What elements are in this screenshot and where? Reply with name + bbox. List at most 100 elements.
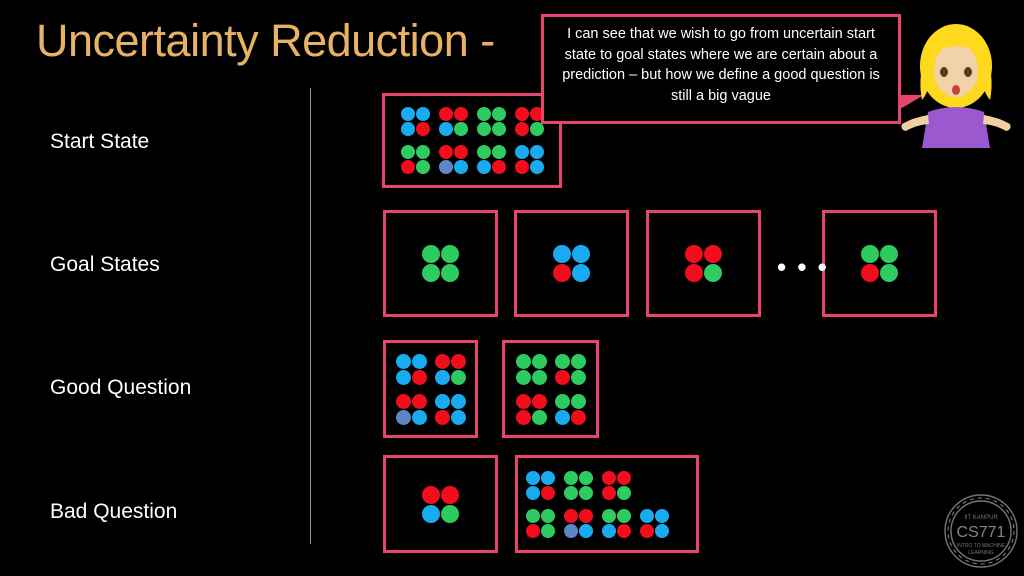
dot-quad	[476, 145, 506, 174]
dot-r	[400, 160, 415, 174]
dot-g	[526, 508, 540, 523]
dot-grid	[553, 245, 590, 282]
dot-r	[685, 245, 703, 263]
dot-quad	[476, 107, 506, 136]
good-question-box-1	[383, 340, 478, 438]
slide-canvas: Uncertainty Reduction - Start State Goal…	[0, 0, 1024, 576]
dot-g	[541, 508, 555, 523]
dot-b	[450, 409, 466, 425]
dot-r	[531, 393, 547, 409]
dot-r	[685, 264, 703, 282]
dot-grid	[422, 485, 459, 523]
dot-grid	[515, 353, 586, 425]
dot-r	[553, 264, 571, 282]
dot-r	[617, 523, 631, 538]
bad-question-box-1	[383, 455, 498, 553]
dot-quad	[514, 145, 544, 174]
dot-b	[526, 485, 540, 500]
dot-quad	[422, 485, 459, 523]
bad-question-box-2	[515, 455, 699, 553]
dot-g	[531, 353, 547, 369]
dot-grid-row	[400, 145, 544, 174]
dot-quad	[526, 508, 555, 538]
dot-quad	[553, 245, 590, 282]
dot-quad	[438, 145, 468, 174]
dot-b	[655, 508, 669, 523]
vertical-divider	[310, 88, 311, 544]
dot-g	[861, 245, 879, 263]
dot-g	[579, 485, 593, 500]
dot-r	[579, 508, 593, 523]
course-logo: IIT KANPUR CS771 INTRO TO MACHINE LEARNI…	[942, 492, 1020, 570]
dot-g	[453, 122, 468, 136]
speech-bubble: I can see that we wish to go from uncert…	[541, 14, 901, 124]
dot-quad	[564, 508, 593, 538]
good-question-box-2	[502, 340, 599, 438]
dot-b	[541, 470, 555, 485]
dot-grid-row	[422, 485, 459, 523]
dot-b	[514, 145, 529, 159]
logo-line-2: CS771	[957, 524, 1006, 541]
dot-b	[400, 122, 415, 136]
row-label-bad-question: Bad Question	[50, 500, 178, 523]
dot-grid	[422, 245, 459, 282]
dot-grid-row	[395, 353, 466, 385]
dot-g	[491, 107, 506, 121]
dot-g	[602, 508, 616, 523]
dot-g	[515, 353, 531, 369]
goal-state-box-3	[646, 210, 761, 317]
dot-grid	[400, 107, 544, 174]
dot-r	[861, 264, 879, 282]
dot-r	[554, 369, 570, 385]
dot-g	[617, 508, 631, 523]
dot-g	[554, 393, 570, 409]
dot-g	[564, 470, 578, 485]
dot-grid-row	[861, 245, 898, 282]
dot-r	[640, 523, 654, 538]
dot-r	[602, 485, 616, 500]
dot-r	[617, 470, 631, 485]
dot-b	[579, 523, 593, 538]
dot-quad	[514, 107, 544, 136]
dot-g	[491, 122, 506, 136]
dot-grid-row	[526, 508, 669, 538]
dot-b	[554, 409, 570, 425]
dot-r	[570, 409, 586, 425]
dot-r	[453, 107, 468, 121]
dot-quad	[422, 245, 459, 282]
dot-quad	[554, 393, 586, 425]
dot-g	[400, 145, 415, 159]
dot-quad	[515, 353, 547, 385]
speech-bubble-text: I can see that we wish to go from uncert…	[562, 26, 880, 104]
dot-grid	[395, 353, 466, 425]
dot-g	[880, 264, 898, 282]
dot-grid	[861, 245, 898, 282]
dot-b	[434, 369, 450, 385]
logo-line-3: INTRO TO MACHINE	[957, 543, 1006, 549]
dot-r	[564, 508, 578, 523]
dot-g	[422, 264, 440, 282]
dot-b	[526, 470, 540, 485]
dot-r	[515, 393, 531, 409]
goal-states-ellipsis: • • •	[777, 252, 829, 282]
dot-b	[434, 393, 450, 409]
logo-line-1: IIT KANPUR	[964, 515, 998, 521]
dot-m	[564, 523, 578, 538]
dot-b	[572, 245, 590, 263]
row-label-goal-states: Goal States	[50, 253, 160, 276]
dot-g	[570, 353, 586, 369]
dot-b	[476, 160, 491, 174]
dot-r	[450, 353, 466, 369]
dot-b	[400, 107, 415, 121]
dot-quad	[395, 393, 427, 425]
dot-m	[395, 409, 411, 425]
dot-g	[476, 107, 491, 121]
dot-quad	[515, 393, 547, 425]
dot-quad	[526, 470, 555, 500]
dot-grid-row	[685, 245, 722, 282]
dot-grid-row	[526, 470, 631, 500]
dot-r	[515, 409, 531, 425]
dot-g	[529, 122, 544, 136]
dot-r	[438, 145, 453, 159]
dot-g	[441, 245, 459, 263]
